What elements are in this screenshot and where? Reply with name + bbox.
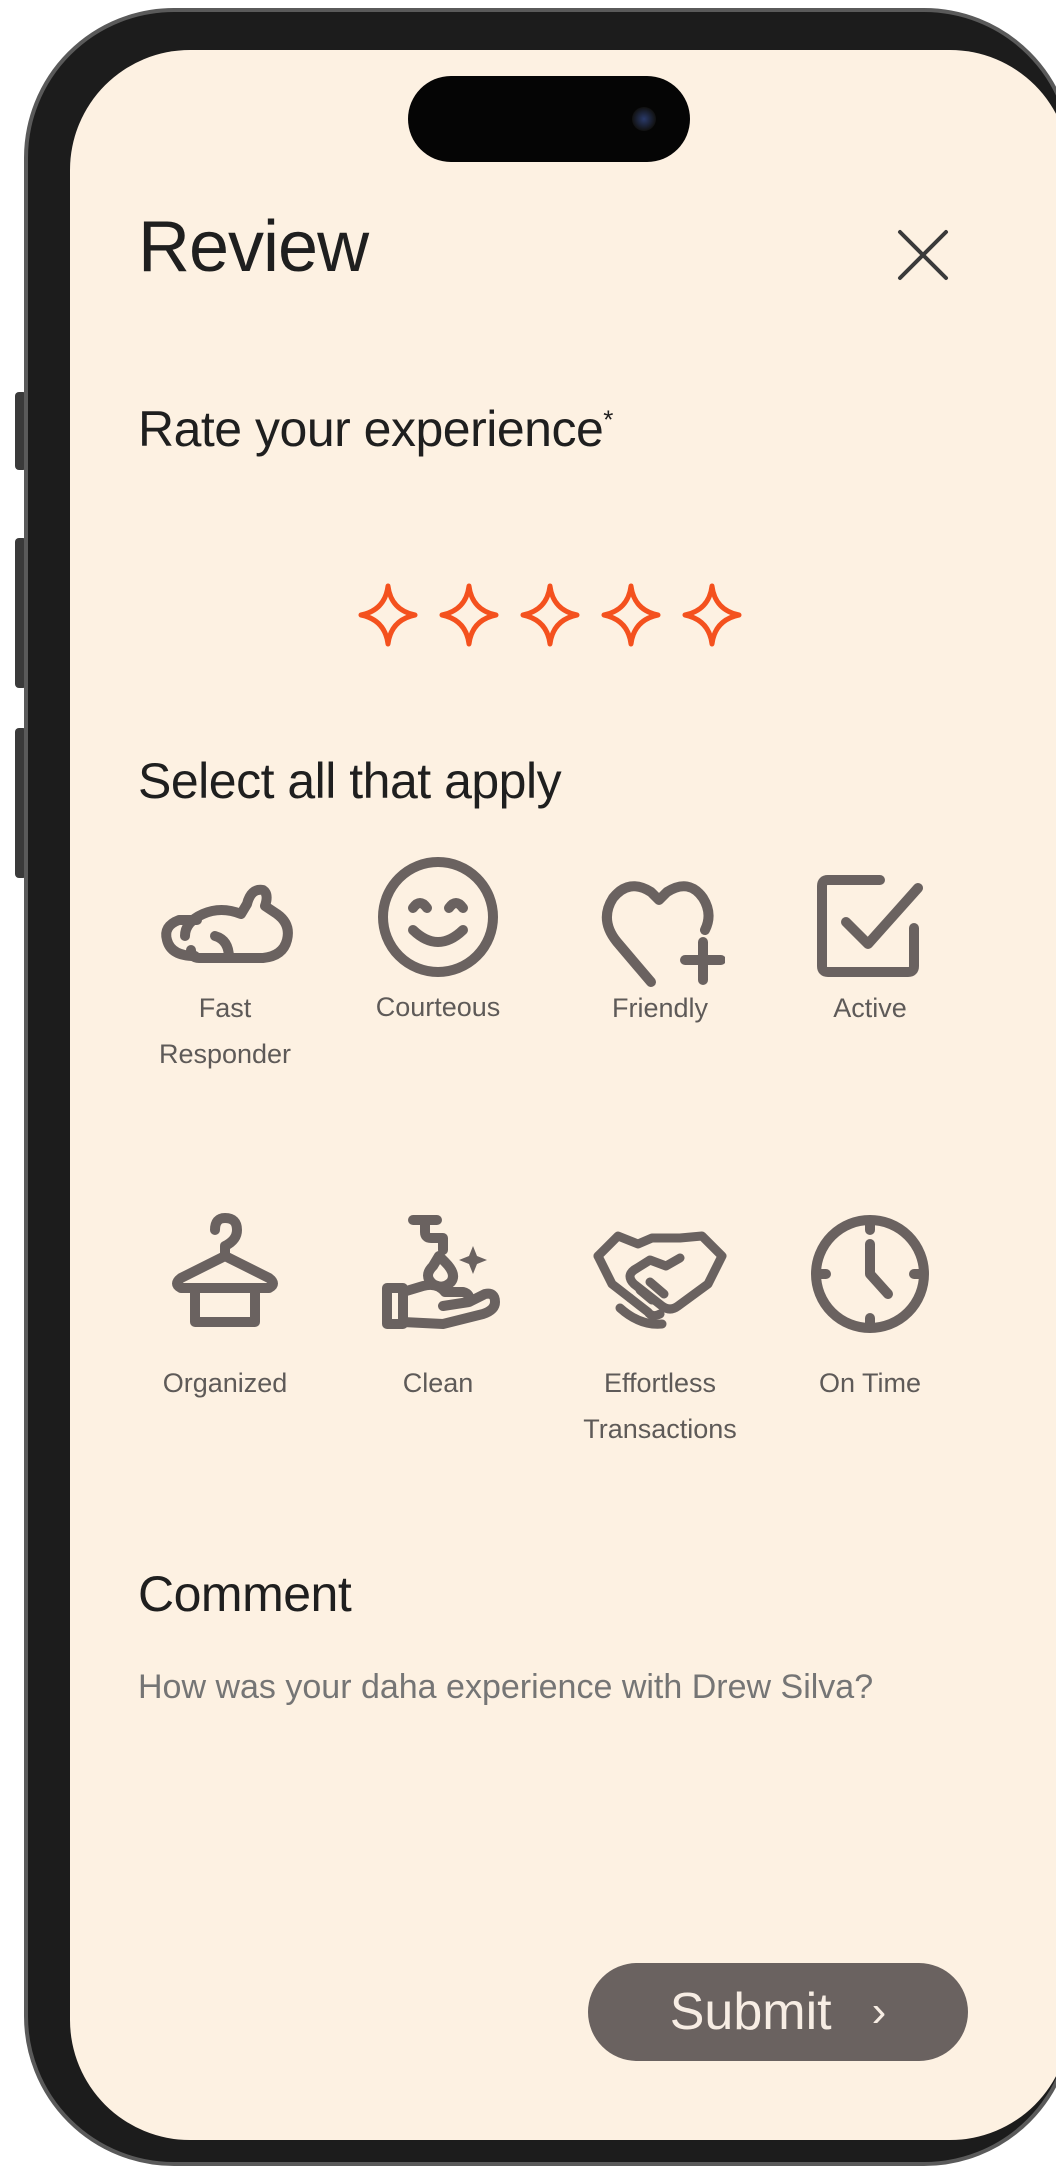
trait-active[interactable]: Active [770, 870, 970, 1023]
trait-organized[interactable]: Organized [125, 1213, 325, 1398]
checkbox-icon [817, 875, 923, 977]
page-title: Review [138, 207, 369, 287]
trait-fast-responder[interactable]: Fast Responder [125, 870, 325, 1069]
required-mark: * [603, 404, 613, 435]
star-button-5[interactable] [679, 580, 745, 650]
hanger-icon [172, 1213, 278, 1327]
star-button-4[interactable] [598, 580, 664, 650]
dynamic-island [408, 76, 690, 162]
trait-label: Active [833, 993, 907, 1023]
front-camera [632, 107, 656, 131]
trait-label: Organized [162, 1368, 288, 1398]
smiley-icon [378, 857, 498, 977]
close-button[interactable] [890, 222, 956, 288]
star-button-1[interactable] [355, 580, 421, 650]
clock-icon [811, 1215, 929, 1333]
chevron-right-icon: › [871, 1987, 887, 2036]
handshake-icon [593, 1231, 727, 1329]
sparkle-star-outline-icon [358, 583, 418, 647]
comment-label: Comment [138, 1566, 352, 1622]
trait-label: On Time [818, 1368, 922, 1398]
trait-clean[interactable]: Clean [338, 1215, 538, 1398]
trait-label: Friendly [611, 993, 709, 1023]
star-button-2[interactable] [436, 580, 502, 650]
trait-label: Fast Responder [158, 993, 292, 1069]
star-button-3[interactable] [517, 580, 583, 650]
submit-label: Submit [669, 1983, 832, 2041]
sparkle-star-outline-icon [682, 583, 742, 647]
trait-label: Effortless Transactions [583, 1368, 737, 1444]
sparkle-star-outline-icon [439, 583, 499, 647]
trait-label: Courteous [375, 992, 501, 1022]
trait-label: Clean [402, 1368, 474, 1398]
trait-courteous[interactable]: Courteous [338, 857, 538, 1022]
heart-plus-icon [602, 881, 725, 987]
trait-effortless-transactions[interactable]: Effortless Transactions [560, 1220, 760, 1444]
comment-input[interactable] [138, 1660, 898, 1960]
rabbit-icon [161, 884, 293, 963]
rate-experience-text: Rate your experience [138, 401, 604, 457]
stage: Review Rate your experience* Select all … [0, 0, 1056, 2169]
trait-on-time[interactable]: On Time [770, 1215, 970, 1398]
hand-wash-icon [382, 1215, 500, 1329]
sparkle-star-outline-icon [601, 583, 661, 647]
submit-button[interactable]: Submit › [588, 1963, 968, 2061]
trait-friendly[interactable]: Friendly [560, 870, 760, 1023]
rate-experience-label: Rate your experience* [138, 400, 613, 458]
close-icon [898, 230, 948, 280]
select-all-label: Select all that apply [138, 753, 562, 809]
sparkle-star-outline-icon [520, 583, 580, 647]
star-rating [355, 580, 745, 650]
